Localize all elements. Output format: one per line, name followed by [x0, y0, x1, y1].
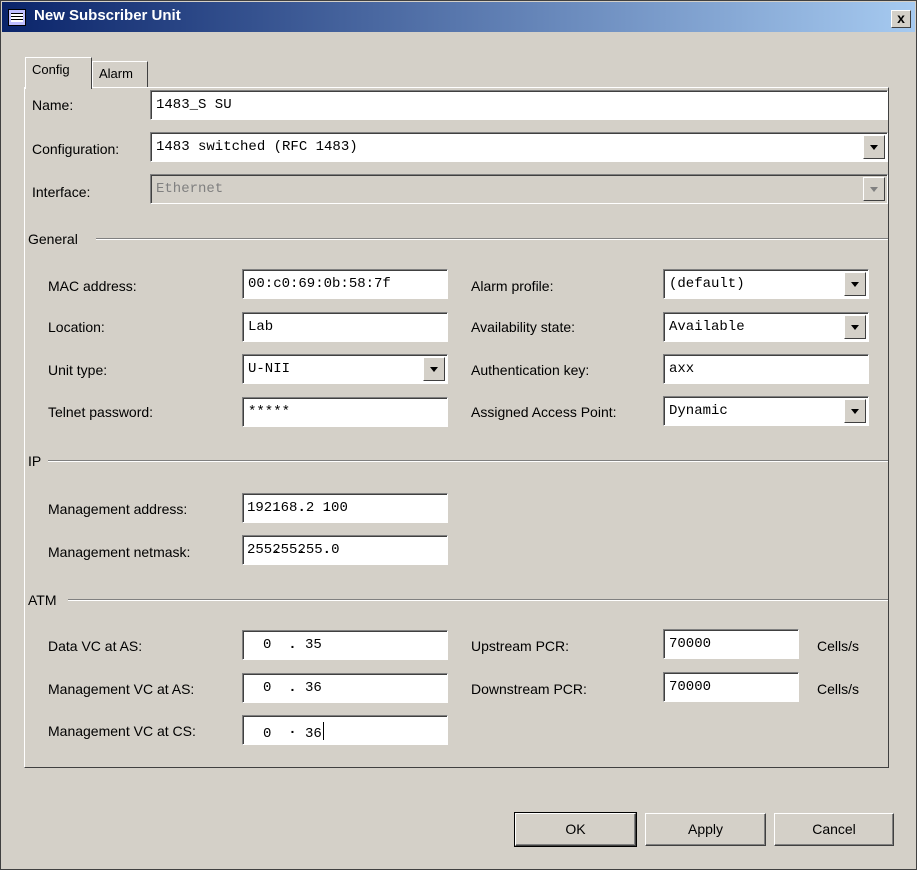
management-address-input[interactable]: 192. 168. 2 . 100 [242, 493, 448, 523]
alarm-profile-value: (default) [669, 276, 745, 292]
general-divider [96, 238, 888, 240]
vpi-value[interactable]: 0 [263, 637, 271, 653]
location-label: Location: [48, 319, 105, 335]
vpi-value[interactable]: 0 [263, 726, 271, 742]
interface-value: Ethernet [156, 181, 224, 197]
tab-config-label: Config [32, 62, 70, 77]
authentication-key-label: Authentication key: [471, 362, 590, 378]
assigned-access-point-value: Dynamic [669, 403, 728, 419]
alarm-profile-select[interactable]: (default) [663, 269, 869, 299]
ip-octet[interactable]: 255 [247, 542, 272, 558]
text-cursor [322, 722, 324, 740]
vci-value[interactable]: 36 [305, 680, 322, 696]
downstream-pcr-label: Downstream PCR: [471, 681, 587, 697]
configuration-value: 1483 switched (RFC 1483) [156, 139, 358, 155]
unit-type-label: Unit type: [48, 362, 108, 378]
tab-alarm[interactable]: Alarm [92, 61, 148, 88]
downstream-pcr-input[interactable]: 70000 [663, 672, 799, 702]
configuration-select[interactable]: 1483 switched (RFC 1483) [150, 132, 888, 162]
management-netmask-input[interactable]: 255. 255. 255. 0 [242, 535, 448, 565]
ip-divider [48, 460, 888, 462]
ip-octet[interactable]: 0 [331, 542, 339, 558]
window-title: New Subscriber Unit [34, 7, 181, 24]
data-vc-label: Data VC at AS: [48, 638, 143, 654]
chevron-down-icon [863, 177, 885, 201]
atm-heading: ATM [28, 592, 57, 608]
management-vc-as-input[interactable]: 0 . 36 [242, 673, 448, 703]
apply-button[interactable]: Apply [645, 813, 766, 846]
interface-select: Ethernet [150, 174, 888, 204]
chevron-down-icon[interactable] [863, 135, 885, 159]
management-netmask-label: Management netmask: [48, 544, 191, 560]
assigned-access-point-select[interactable]: Dynamic [663, 396, 869, 426]
name-label: Name: [32, 97, 74, 113]
ip-octet[interactable]: 2 [306, 500, 314, 516]
management-vc-cs-label: Management VC at CS: [48, 723, 196, 739]
chevron-down-icon[interactable] [844, 399, 866, 423]
assigned-access-point-label: Assigned Access Point: [471, 404, 617, 420]
telnet-password-input[interactable]: ***** [242, 397, 448, 427]
unit-type-value: U-NII [248, 361, 291, 377]
ok-button[interactable]: OK [514, 812, 637, 847]
name-input[interactable]: 1483_S SU [150, 90, 888, 120]
mac-address-input[interactable]: 00:c0:69:0b:58:7f [242, 269, 448, 299]
upstream-unit-label: Cells/s [817, 638, 860, 654]
data-vc-input[interactable]: 0 . 35 [242, 630, 448, 660]
alarm-profile-label: Alarm profile: [471, 278, 554, 294]
downstream-unit-label: Cells/s [817, 681, 860, 697]
mac-address-label: MAC address: [48, 278, 137, 294]
chevron-down-icon[interactable] [844, 315, 866, 339]
management-vc-as-label: Management VC at AS: [48, 681, 195, 697]
interface-label: Interface: [32, 184, 91, 200]
vci-value[interactable]: 36 [305, 726, 322, 742]
management-address-label: Management address: [48, 501, 188, 517]
dialog-window: New Subscriber Unit x Config Alarm Name:… [0, 0, 917, 870]
upstream-pcr-label: Upstream PCR: [471, 638, 570, 654]
vpi-value[interactable]: 0 [263, 680, 271, 696]
tab-config[interactable]: Config [25, 57, 92, 89]
atm-divider [68, 599, 888, 601]
ip-octet[interactable]: 192 [247, 500, 272, 516]
chevron-down-icon[interactable] [423, 357, 445, 381]
unit-type-select[interactable]: U-NII [242, 354, 448, 384]
chevron-down-icon[interactable] [844, 272, 866, 296]
general-heading: General [28, 231, 78, 247]
telnet-password-label: Telnet password: [48, 404, 154, 420]
vci-value[interactable]: 35 [305, 637, 322, 653]
ip-heading: IP [28, 453, 42, 469]
availability-state-value: Available [669, 319, 745, 335]
management-vc-cs-input[interactable]: 0 . 36 [242, 715, 448, 745]
close-button[interactable]: x [891, 10, 911, 28]
location-input[interactable]: Lab [242, 312, 448, 342]
configuration-label: Configuration: [32, 141, 120, 157]
tab-alarm-label: Alarm [99, 66, 133, 81]
authentication-key-input[interactable]: axx [663, 354, 869, 384]
availability-state-select[interactable]: Available [663, 312, 869, 342]
window-icon [8, 9, 26, 26]
upstream-pcr-input[interactable]: 70000 [663, 629, 799, 659]
cancel-button[interactable]: Cancel [774, 813, 894, 846]
close-icon: x [897, 10, 905, 26]
availability-state-label: Availability state: [471, 319, 576, 335]
title-bar[interactable]: New Subscriber Unit x [2, 2, 915, 32]
